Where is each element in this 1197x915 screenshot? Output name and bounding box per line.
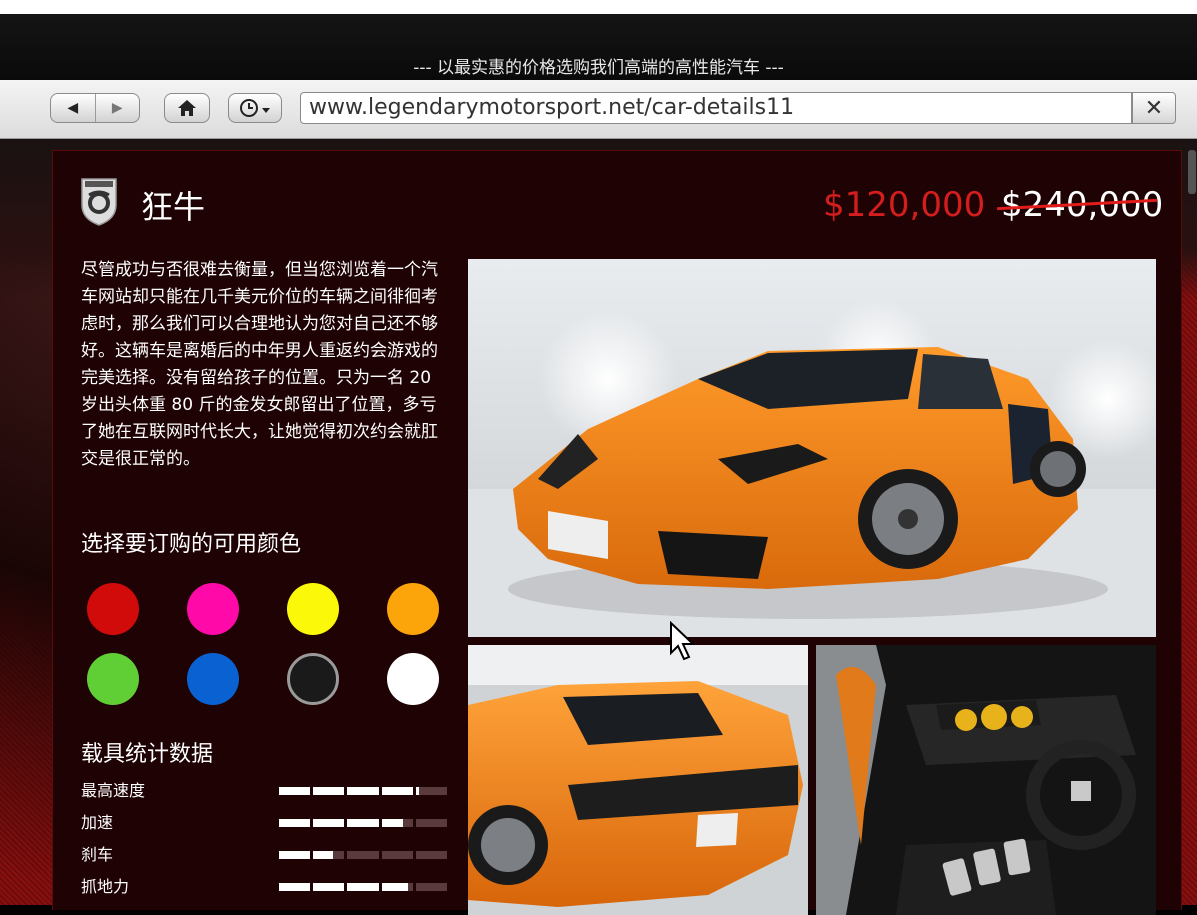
url-input[interactable]: www.legendarymotorsport.net/car-details1… (300, 92, 1132, 124)
nav-button-group: ◀ ▶ (50, 93, 140, 123)
stat-label: 最高速度 (81, 781, 146, 800)
stats-title: 载具统计数据 (81, 742, 214, 767)
mouse-cursor-icon (670, 621, 695, 661)
stat-bar-fill (347, 883, 379, 891)
scrollbar[interactable] (1188, 150, 1196, 194)
stat-bar-segment (279, 787, 311, 795)
stat-bar-segment (313, 819, 345, 827)
stat-bar-segment (313, 883, 345, 891)
top-strip (0, 0, 1197, 14)
stat-bar-fill (279, 883, 311, 891)
stat-bar-segment (279, 883, 311, 891)
stat-bar (279, 851, 448, 859)
stat-bar-fill (313, 787, 345, 795)
stat-bar-fill (279, 819, 311, 827)
home-icon (178, 100, 196, 116)
stat-bar-segment (381, 851, 413, 859)
color-swatch-orange[interactable] (387, 583, 439, 635)
stat-bar-segment (415, 851, 448, 859)
stat-label: 刹车 (81, 845, 114, 864)
history-button[interactable] (228, 93, 282, 123)
car-photo-main[interactable] (468, 259, 1156, 637)
car-photo-rear[interactable] (468, 645, 808, 915)
color-swatch-white[interactable] (387, 653, 439, 705)
stat-bar-segment (347, 819, 379, 827)
stat-bar-fill (381, 883, 409, 891)
stat-bar-segment (415, 883, 448, 891)
home-button[interactable] (164, 93, 210, 123)
stat-bar-segment (381, 883, 413, 891)
stat-bar-fill (381, 819, 404, 827)
car-photo-interior[interactable] (816, 645, 1156, 915)
stat-label: 加速 (81, 813, 114, 832)
stat-bar-segment (313, 787, 345, 795)
color-swatch-red[interactable] (87, 583, 139, 635)
color-swatch-green[interactable] (87, 653, 139, 705)
stat-bar-segment (415, 787, 448, 795)
stat-label: 抓地力 (81, 877, 130, 896)
stat-bar-segment (313, 851, 345, 859)
forward-arrow-icon[interactable]: ▶ (94, 94, 140, 122)
clock-icon (240, 99, 270, 117)
color-swatch-pink[interactable] (187, 583, 239, 635)
stat-bar-fill (313, 851, 334, 859)
colors-title: 选择要订购的可用颜色 (81, 532, 302, 557)
stat-bar-fill (313, 819, 345, 827)
stat-bar-fill (347, 787, 379, 795)
stat-bar-fill (347, 819, 379, 827)
back-arrow-icon[interactable]: ◀ (51, 94, 95, 122)
stat-bar-segment (279, 851, 311, 859)
color-swatch-blue[interactable] (187, 653, 239, 705)
stat-bar-segment (381, 819, 413, 827)
stat-bar-segment (347, 883, 379, 891)
stat-bar (279, 819, 448, 827)
site-tagline: --- 以最实惠的价格选购我们高端的高性能汽车 --- (413, 58, 784, 78)
stat-bar (279, 883, 448, 891)
browser-toolbar: ◀ ▶ www.legendarymotorsport.net/car-deta… (0, 80, 1197, 139)
stat-bar-segment (347, 787, 379, 795)
car-details-panel: 狂牛 $120,000 $240,000 尽管成功与否很难去衡量，但当您浏览着一… (52, 150, 1182, 915)
car-name: 狂牛 (141, 188, 206, 226)
stat-bar-segment (347, 851, 379, 859)
stat-bar-fill (313, 883, 345, 891)
stat-bar-segment (381, 787, 413, 795)
pegassi-logo-icon (81, 178, 117, 226)
close-icon[interactable]: ✕ (1132, 92, 1176, 124)
stat-bar-fill (381, 787, 413, 795)
stat-bar-fill (279, 851, 311, 859)
stat-bar-segment (415, 819, 448, 827)
car-description: 尽管成功与否很难去衡量，但当您浏览着一个汽车网站却只能在几千美元价位的车辆之间徘… (81, 260, 438, 469)
stat-bar (279, 787, 448, 795)
color-swatch-black[interactable] (287, 653, 339, 705)
stat-bar-fill (279, 787, 311, 795)
color-swatch-yellow[interactable] (287, 583, 339, 635)
stat-bar-fill (415, 787, 419, 795)
sale-price: $120,000 (823, 185, 986, 225)
stat-bar-segment (279, 819, 311, 827)
